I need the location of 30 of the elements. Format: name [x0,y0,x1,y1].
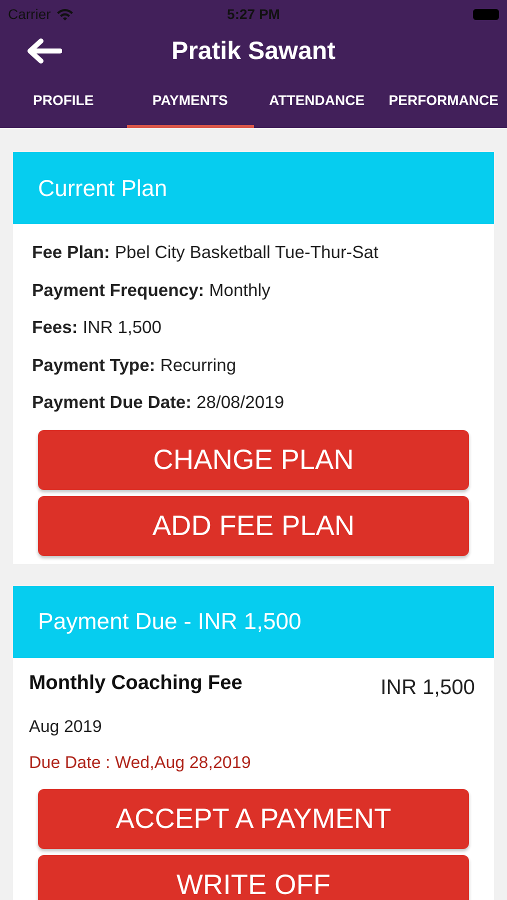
field-label: Payment Due Date: [32,392,192,414]
payment-action-button[interactable]: WRITE OFF [38,854,469,900]
field-label: Payment Frequency: [32,280,204,301]
status-time: 5:27 PM [227,6,280,22]
card-title: Current Plan [38,174,168,202]
plan-action-button[interactable]: ADD FEE PLAN [38,496,469,556]
field-value: Pbel City Basketball Tue-Thur-Sat [114,242,378,264]
field-value: 28/08/2019 [196,392,284,414]
payment-action-button[interactable]: ACCEPT A PAYMENT [38,788,469,848]
field-value: Monthly [209,280,270,301]
tab[interactable]: PERFORMANCE [380,74,507,128]
header-title: Pratik Sawant [172,36,336,66]
carrier-label: Carrier [8,6,51,22]
wifi-icon [56,8,74,20]
field-label: Fee Plan: [32,242,110,264]
field-label: Fees: [32,317,78,338]
field-value: INR 1,500 [82,317,162,338]
battery-icon [473,8,499,20]
fee-period: Aug 2019 [29,716,103,736]
tab[interactable]: PAYMENTS [126,74,254,128]
due-date: Due Date : Wed,Aug 28,2019 [29,752,252,772]
plan-action-button[interactable]: CHANGE PLAN [38,430,469,490]
tab[interactable]: ATTENDANCE [254,74,380,128]
field-label: Payment Type: [32,354,156,376]
fee-amount: INR 1,500 [380,676,475,700]
tab[interactable]: PROFILE [0,74,127,128]
fee-name: Monthly Coaching Fee [29,672,242,694]
field-value: Recurring [160,354,236,376]
card-title: Payment Due - INR 1,500 [38,608,302,635]
back-arrow-icon[interactable] [26,38,62,64]
